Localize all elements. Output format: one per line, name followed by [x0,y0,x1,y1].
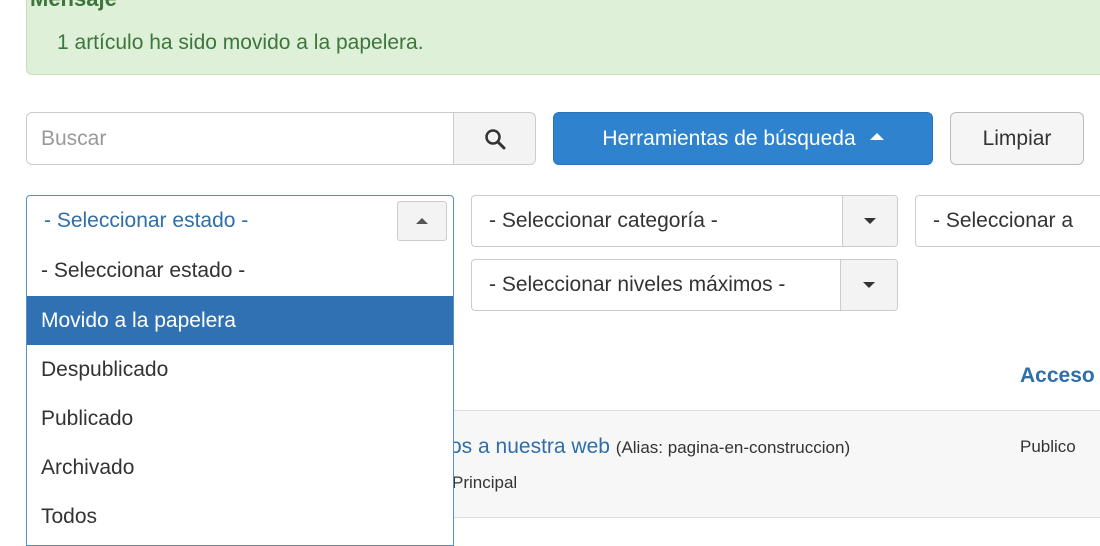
search-button[interactable] [453,112,536,165]
access-filter-value: - Seleccionar a [933,209,1074,232]
article-title-link[interactable]: os a nuestra web [450,435,610,458]
status-filter-toggle[interactable] [397,201,447,241]
status-option-selected[interactable]: Movido a la papelera [27,296,453,345]
caret-up-icon [416,218,428,224]
table-row: os a nuestra web (Alias: pagina-en-const… [450,410,1100,518]
caret-down-icon [863,282,875,288]
caret-up-icon [869,133,884,140]
status-filter-select[interactable]: - Seleccionar estado - [26,195,454,247]
status-option[interactable]: Todos [27,492,453,541]
search-tools-label: Herramientas de búsqueda [602,126,856,150]
category-filter-toggle[interactable] [842,196,897,246]
search-tools-button[interactable]: Herramientas de búsqueda [553,112,933,165]
category-filter-select[interactable]: - Seleccionar categoría - [471,195,898,247]
clear-button[interactable]: Limpiar [950,112,1084,165]
status-dropdown-list: - Seleccionar estado - Movido a la papel… [26,246,454,546]
article-access: Publico [1020,437,1076,456]
status-filter-value: - Seleccionar estado - [44,209,249,232]
status-option[interactable]: Despublicado [27,345,453,394]
caret-down-icon [864,218,876,224]
category-filter-value: - Seleccionar categoría - [489,209,718,232]
alert-message: 1 artículo ha sido movido a la papelera. [57,31,424,54]
status-option[interactable]: - Seleccionar estado - [27,246,453,296]
access-filter-select[interactable]: - Seleccionar a [915,195,1100,247]
status-option[interactable]: Publicado [27,394,453,443]
levels-filter-select[interactable]: - Seleccionar niveles máximos - [471,259,898,311]
status-option[interactable]: Archivado [27,443,453,492]
levels-filter-toggle[interactable] [840,260,897,310]
article-title: os a nuestra web (Alias: pagina-en-const… [450,435,850,459]
search-icon [484,128,505,149]
alert-heading: Mensaje [30,0,117,16]
access-column-header[interactable]: Acceso [1020,364,1095,388]
levels-filter-value: - Seleccionar niveles máximos - [489,273,786,296]
article-category: Principal [452,473,518,492]
search-input[interactable] [26,112,454,165]
article-alias: (Alias: pagina-en-construccion) [615,438,851,457]
